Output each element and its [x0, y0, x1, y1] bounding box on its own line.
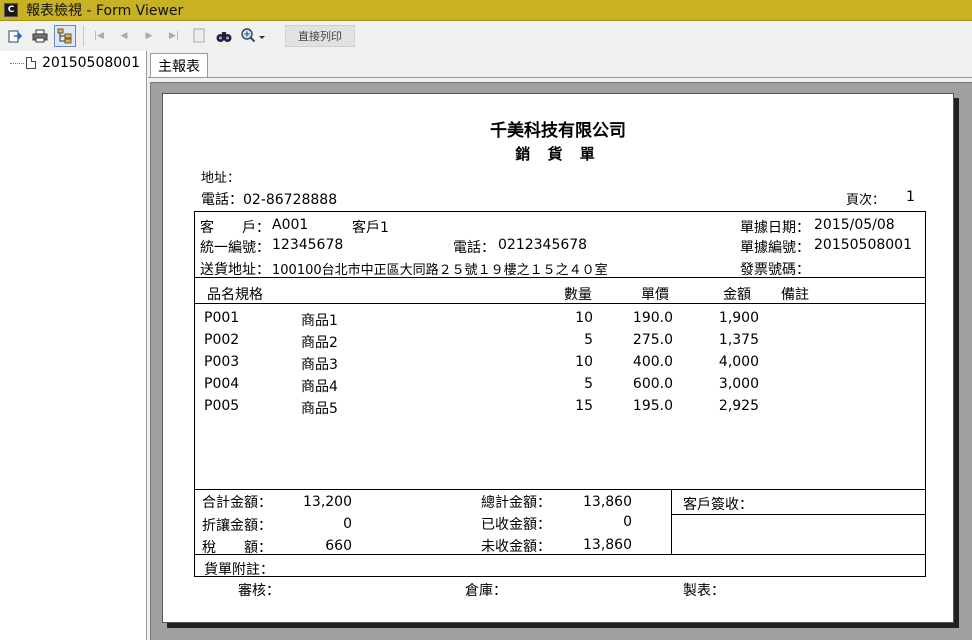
- print-icon[interactable]: [29, 25, 51, 47]
- row-amount: 1,900: [718, 310, 759, 326]
- tab-main-report[interactable]: 主報表: [150, 53, 208, 77]
- column-item: 品名規格: [207, 287, 263, 303]
- grand-total-label: 總計金額：: [481, 495, 551, 511]
- toolbar-separator: [83, 26, 84, 46]
- row-code: P002: [204, 332, 240, 348]
- report-page: 千美科技有限公司 銷 貨 單 地址： 電話：02-86728888 頁次： 1 …: [162, 93, 954, 623]
- invoice-label: 發票號碼：: [740, 262, 810, 278]
- row-amount: 4,000: [718, 354, 759, 370]
- row-qty: 10: [575, 354, 593, 370]
- row-qty: 5: [584, 376, 593, 392]
- tax-id-label: 統一編號：: [200, 240, 270, 256]
- row-name: 商品4: [301, 379, 338, 395]
- customer-name: 客戶1: [352, 220, 389, 236]
- tax-value: 660: [325, 538, 352, 554]
- unpaid-value: 13,860: [583, 537, 632, 553]
- review-label: 審核：: [238, 583, 280, 599]
- doc-date-label: 單據日期：: [740, 220, 810, 236]
- tree-panel: 20150508001: [0, 51, 147, 640]
- document-title: 銷 貨 單: [515, 145, 601, 163]
- row-name: 商品3: [301, 357, 338, 373]
- signature-divider: [671, 489, 672, 554]
- row-qty: 10: [575, 310, 593, 326]
- customer-code: A001: [272, 217, 309, 233]
- discount-value: 0: [343, 516, 352, 532]
- tree-item[interactable]: 20150508001: [10, 55, 140, 71]
- export-icon[interactable]: [4, 25, 26, 47]
- row-price: 195.0: [632, 398, 673, 414]
- row-amount: 1,375: [718, 332, 759, 348]
- maker-label: 製表：: [683, 583, 725, 599]
- window-title: 報表檢視 - Form Viewer: [26, 3, 184, 19]
- tax-label: 稅 額：: [202, 540, 272, 556]
- zoom-icon[interactable]: [238, 25, 268, 47]
- document-icon: [26, 57, 36, 69]
- row-name: 商品5: [301, 401, 338, 417]
- doc-no-label: 單據編號：: [740, 240, 810, 256]
- address-label: 地址：: [201, 171, 241, 186]
- subtotal-label: 合計金額：: [202, 495, 272, 511]
- title-bar: C 報表檢視 - Form Viewer: [0, 0, 972, 21]
- received-value: 0: [623, 514, 632, 530]
- row-price: 190.0: [632, 310, 673, 326]
- row-amount: 3,000: [718, 376, 759, 392]
- row-code: P003: [204, 354, 240, 370]
- row-qty: 5: [584, 332, 593, 348]
- grand-total-value: 13,860: [583, 494, 632, 510]
- row-qty: 15: [575, 398, 593, 414]
- column-price: 單價: [641, 287, 669, 303]
- warehouse-label: 倉庫：: [465, 583, 507, 599]
- customer-phone-label: 電話：: [453, 240, 495, 256]
- ship-address-label: 送貨地址：: [200, 262, 270, 278]
- unpaid-label: 未收金額：: [481, 539, 551, 555]
- tab-divider: [148, 77, 972, 78]
- page-label: 頁次：: [846, 193, 886, 208]
- column-amount: 金額: [723, 287, 751, 303]
- row-code: P004: [204, 376, 240, 392]
- last-page-icon[interactable]: ▶|: [163, 25, 185, 47]
- subtotal-value: 13,200: [303, 494, 352, 510]
- row-name: 商品1: [301, 313, 338, 329]
- ship-address: 100100台北市中正區大同路２５號１９樓之１５之４０室: [272, 263, 608, 278]
- doc-no: 20150508001: [814, 237, 912, 253]
- remark-label: 貨單附註：: [204, 562, 274, 578]
- page-icon[interactable]: [188, 25, 210, 47]
- tree-connector: [10, 62, 24, 64]
- discount-label: 折讓金額：: [202, 518, 272, 534]
- tree-toggle-icon[interactable]: [54, 25, 76, 47]
- company-name: 千美科技有限公司: [490, 121, 626, 141]
- first-page-icon[interactable]: |◀: [88, 25, 110, 47]
- row-amount: 2,925: [718, 398, 759, 414]
- page-number: 1: [906, 189, 915, 205]
- column-qty: 數量: [564, 287, 592, 303]
- row-price: 400.0: [632, 354, 673, 370]
- column-divider: [194, 303, 926, 304]
- app-icon: C: [4, 3, 18, 17]
- company-phone: 電話：02-86728888: [201, 192, 338, 208]
- row-code: P005: [204, 398, 240, 414]
- tree-item-label: 20150508001: [42, 55, 140, 71]
- signature-line: [671, 514, 926, 515]
- signature-label: 客戶簽收：: [683, 497, 753, 513]
- row-price: 600.0: [632, 376, 673, 392]
- row-price: 275.0: [632, 332, 673, 348]
- body-divider: [194, 489, 926, 490]
- received-label: 已收金額：: [481, 517, 551, 533]
- totals-divider: [194, 554, 926, 555]
- row-name: 商品2: [301, 335, 338, 351]
- row-code: P001: [204, 310, 240, 326]
- column-note: 備註: [781, 287, 809, 303]
- toolbar: |◀ ◀ ▶ ▶| 直接列印: [0, 22, 972, 50]
- doc-date: 2015/05/08: [814, 217, 895, 233]
- print-direct-button[interactable]: 直接列印: [285, 25, 355, 47]
- customer-label: 客 戶：: [200, 220, 270, 236]
- find-icon[interactable]: [213, 25, 235, 47]
- customer-phone: 0212345678: [498, 237, 588, 253]
- prev-page-icon[interactable]: ◀: [113, 25, 135, 47]
- tax-id: 12345678: [272, 237, 344, 253]
- next-page-icon[interactable]: ▶: [138, 25, 160, 47]
